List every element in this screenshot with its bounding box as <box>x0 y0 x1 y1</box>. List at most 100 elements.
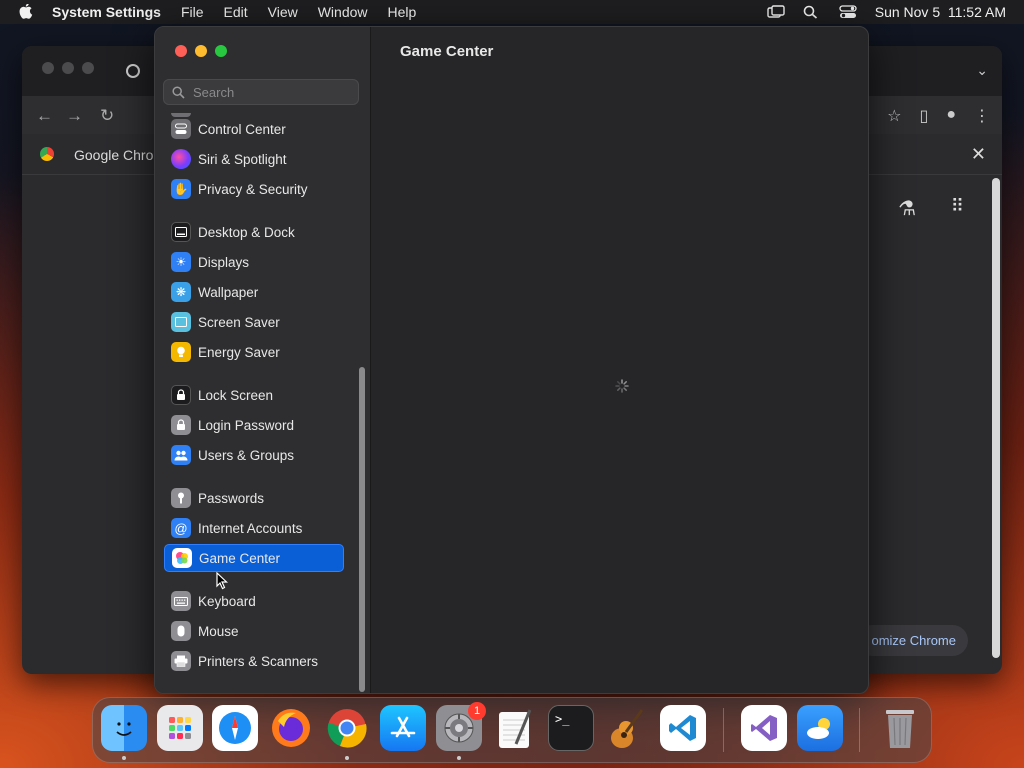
sidebar-item-label: Game Center <box>199 550 281 566</box>
sidebar-item-label: Users & Groups <box>198 447 295 463</box>
sidebar-item-control-center[interactable]: Control Center <box>164 115 344 143</box>
lightbulb-icon <box>171 342 191 362</box>
mouse-icon <box>171 621 191 641</box>
sidebar-item-printers-scanners[interactable]: Printers & Scanners <box>164 647 344 675</box>
minimize-button[interactable] <box>195 45 207 57</box>
profile-icon[interactable]: ● <box>946 106 956 126</box>
sidebar-item-label: Login Password <box>198 417 295 433</box>
menu-file[interactable]: File <box>181 4 204 20</box>
bookmark-star-icon[interactable]: ☆ <box>887 106 901 126</box>
back-arrow-icon[interactable]: ← <box>36 106 53 126</box>
dock-vscode-icon[interactable] <box>660 705 706 751</box>
sidebar-item-wallpaper[interactable]: ❋ Wallpaper <box>164 278 344 306</box>
customize-chrome-button[interactable]: omize Chrome <box>857 625 968 656</box>
hand-icon: ✋ <box>171 179 191 199</box>
menu-view[interactable]: View <box>268 4 298 20</box>
sidebar-item-privacy-security[interactable]: ✋ Privacy & Security <box>164 175 344 203</box>
sidebar-item-login-password[interactable]: Login Password <box>164 411 344 439</box>
key-icon <box>171 488 191 508</box>
search-input[interactable] <box>191 83 345 101</box>
more-menu-icon[interactable]: ⋮ <box>974 106 990 126</box>
page-title: Game Center <box>400 43 494 60</box>
sidebar-item-label: Desktop & Dock <box>198 224 295 240</box>
sidebar-item-energy-saver[interactable]: Energy Saver <box>164 338 344 366</box>
keyboard-icon <box>171 591 191 611</box>
dock-app-store-icon[interactable] <box>380 705 426 751</box>
reload-icon[interactable]: ↻ <box>100 106 114 126</box>
dock-separator <box>723 708 724 752</box>
window-controls <box>175 45 227 57</box>
forward-arrow-icon[interactable]: → <box>66 106 83 126</box>
chrome-zoom-button[interactable] <box>82 62 94 74</box>
wallpaper-icon: ❋ <box>171 282 191 302</box>
menu-clock[interactable]: Sun Nov 5 11:52 AM <box>875 4 1006 20</box>
control-center-icon[interactable] <box>839 5 857 19</box>
sidebar-item-siri-spotlight[interactable]: Siri & Spotlight <box>164 145 344 173</box>
sidebar-item-label: Passwords <box>198 490 265 506</box>
chrome-info-close-icon[interactable]: ✕ <box>971 144 986 165</box>
sidebar-scrollbar[interactable] <box>359 367 365 692</box>
sidebar-item-lock-screen[interactable]: Lock Screen <box>164 381 344 409</box>
dock-chrome-running-dot <box>345 756 349 760</box>
zoom-button[interactable] <box>215 45 227 57</box>
menu-window[interactable]: Window <box>318 4 368 20</box>
menu-app-name[interactable]: System Settings <box>52 4 161 20</box>
sidebar-item-label: Screen Saver <box>198 314 280 330</box>
dock-garageband-icon[interactable] <box>604 705 650 751</box>
dock-finder-icon[interactable] <box>101 705 147 751</box>
dock-textedit-icon[interactable] <box>492 705 538 751</box>
lock-icon <box>171 385 191 405</box>
menu-edit[interactable]: Edit <box>224 4 248 20</box>
settings-sidebar: Control Center Siri & Spotlight ✋ Privac… <box>155 27 371 693</box>
spotlight-search-icon[interactable] <box>803 5 821 19</box>
dock-settings-running-dot <box>457 756 461 760</box>
chrome-info-label: Google Chron <box>74 147 162 163</box>
chrome-scrollbar[interactable] <box>992 178 1000 658</box>
sidebar-item-label: Control Center <box>198 121 286 137</box>
sidebar-item-internet-accounts[interactable]: @ Internet Accounts <box>164 514 344 542</box>
screen-saver-icon <box>171 312 191 332</box>
dock-safari-icon[interactable] <box>212 705 258 751</box>
sidebar-item-label: Lock Screen <box>198 387 274 403</box>
dock-terminal-icon[interactable]: >_ <box>548 705 594 751</box>
dock: 1 >_ <box>92 697 932 763</box>
sidebar-item-passwords[interactable]: Passwords <box>164 484 344 512</box>
search-icon <box>172 86 185 99</box>
tab-search-chevron-icon[interactable]: ⌄ <box>976 62 988 79</box>
menu-bar: System Settings File Edit View Window He… <box>0 0 1024 24</box>
users-icon <box>171 445 191 465</box>
chrome-tab-favicon-icon[interactable] <box>126 64 140 78</box>
apple-icon[interactable] <box>18 4 34 20</box>
sidebar-item-desktop-dock[interactable]: Desktop & Dock <box>164 218 344 246</box>
sidebar-item-keyboard[interactable]: Keyboard <box>164 587 344 615</box>
dock-visual-studio-icon[interactable] <box>741 705 787 751</box>
dock-system-settings-icon[interactable]: 1 <box>436 702 486 751</box>
labs-flask-icon[interactable]: ⚗ <box>898 196 916 221</box>
sidebar-item-game-center[interactable]: Game Center <box>164 544 344 572</box>
sidebar-item-label: Privacy & Security <box>198 181 308 197</box>
menu-help[interactable]: Help <box>388 4 417 20</box>
dock-chrome-icon[interactable] <box>324 705 370 751</box>
close-button[interactable] <box>175 45 187 57</box>
sidebar-item-users-groups[interactable]: Users & Groups <box>164 441 344 469</box>
apps-grid-icon[interactable]: ⠿ <box>951 196 964 217</box>
screen-mirroring-icon[interactable] <box>767 5 785 19</box>
sun-icon: ☀ <box>171 252 191 272</box>
side-panel-icon[interactable]: ▯ <box>920 106 929 126</box>
mouse-pointer-icon <box>216 571 229 595</box>
sidebar-item-screen-saver[interactable]: Screen Saver <box>164 308 344 336</box>
dock-launchpad-icon[interactable] <box>157 705 203 751</box>
dock-firefox-icon[interactable] <box>268 705 314 751</box>
chrome-minimize-button[interactable] <box>62 62 74 74</box>
system-settings-badge: 1 <box>468 702 486 720</box>
sidebar-search[interactable] <box>163 79 359 105</box>
dock-trash-icon[interactable] <box>877 705 923 751</box>
google-chrome-logo-icon <box>40 147 54 161</box>
dock-weather-icon[interactable] <box>797 705 843 751</box>
sidebar-item-label: Internet Accounts <box>198 520 303 536</box>
system-settings-window: Control Center Siri & Spotlight ✋ Privac… <box>154 26 869 694</box>
sidebar-item-displays[interactable]: ☀ Displays <box>164 248 344 276</box>
sidebar-item-label: Wallpaper <box>198 284 259 300</box>
sidebar-item-mouse[interactable]: Mouse <box>164 617 344 645</box>
chrome-close-button[interactable] <box>42 62 54 74</box>
